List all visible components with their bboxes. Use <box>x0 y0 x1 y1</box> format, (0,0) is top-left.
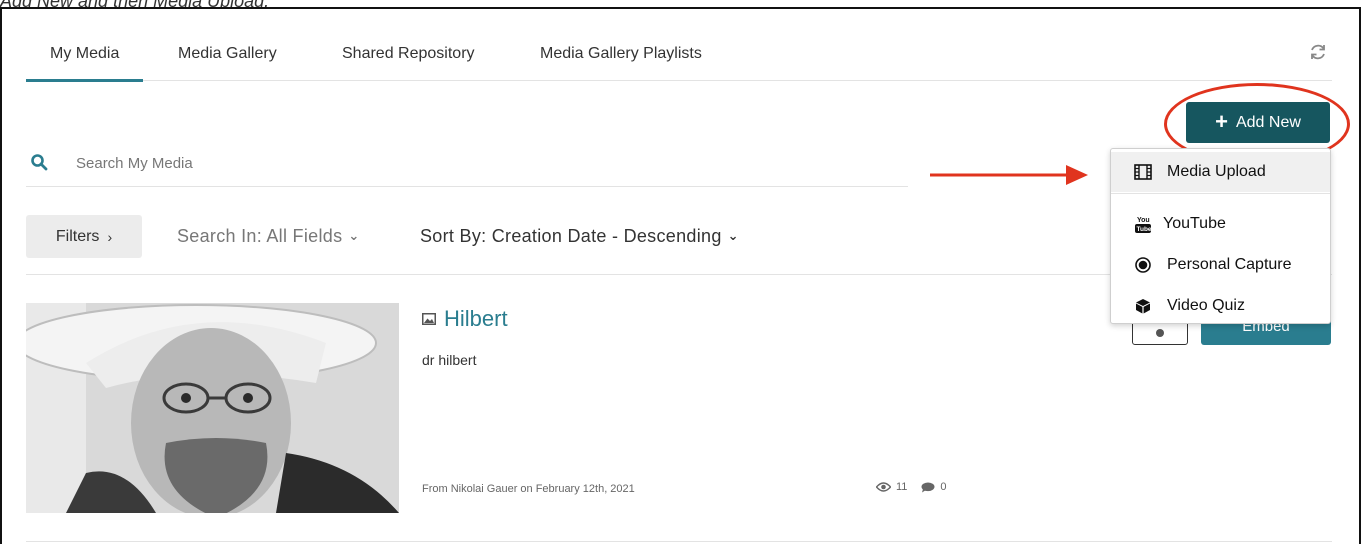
tab-media-gallery-playlists[interactable]: Media Gallery Playlists <box>540 45 702 63</box>
svg-text:Tube: Tube <box>1137 226 1152 233</box>
gear-icon <box>1156 329 1164 337</box>
entry-title: Hilbert <box>444 306 508 331</box>
menu-item-label: Video Quiz <box>1167 297 1245 314</box>
chevron-down-icon: ⌄ <box>348 228 360 243</box>
comments-count: 0 <box>940 481 947 493</box>
menu-item-label: YouTube <box>1163 215 1226 232</box>
entry-thumbnail[interactable] <box>26 303 399 513</box>
menu-item-youtube[interactable]: You Tube YouTube <box>1111 204 1330 244</box>
refresh-icon[interactable] <box>1308 42 1328 62</box>
menu-divider <box>1111 193 1330 194</box>
filters-label: Filters <box>55 227 100 245</box>
entry-divider <box>26 541 1332 542</box>
search-in-dropdown[interactable]: Search In: All Fields ⌄ <box>177 226 360 247</box>
youtube-icon: You Tube <box>1133 214 1153 234</box>
media-page: My Media Media Gallery Shared Repository… <box>0 7 1361 544</box>
chevron-down-icon: ⌄ <box>727 228 739 243</box>
eye-icon <box>876 482 891 492</box>
search-bar <box>26 147 908 187</box>
add-new-label: Add New <box>1235 113 1301 131</box>
tab-my-media[interactable]: My Media <box>25 45 144 82</box>
search-icon <box>31 154 48 171</box>
comment-icon <box>921 482 935 492</box>
record-icon <box>1133 255 1153 275</box>
add-new-button[interactable]: + Add New <box>1186 102 1330 143</box>
tab-bar: My Media Media Gallery Shared Repository… <box>25 9 1332 82</box>
tab-media-gallery[interactable]: Media Gallery <box>178 45 277 63</box>
filters-button[interactable]: Filters › <box>26 215 142 258</box>
search-input[interactable] <box>76 150 676 176</box>
chevron-right-icon: › <box>107 228 113 245</box>
image-icon <box>422 313 436 325</box>
entry-meta: From Nikolai Gauer on February 12th, 202… <box>422 483 635 495</box>
film-icon <box>1133 162 1153 182</box>
menu-item-video-quiz[interactable]: Video Quiz <box>1111 286 1330 326</box>
plus-icon: + <box>1215 108 1228 134</box>
svg-text:You: You <box>1137 217 1150 224</box>
annotation-arrow <box>930 165 1088 185</box>
menu-item-label: Personal Capture <box>1167 256 1292 273</box>
search-in-label: Search In: All Fields <box>177 226 343 246</box>
sort-by-label: Sort By: Creation Date - Descending <box>420 226 722 246</box>
menu-item-media-upload[interactable]: Media Upload <box>1111 152 1330 192</box>
entry-description: dr hilbert <box>422 352 477 368</box>
entry-stats: 11 0 <box>876 481 957 493</box>
views-count: 11 <box>896 481 908 493</box>
entry-title-link[interactable]: Hilbert <box>422 306 508 332</box>
menu-item-personal-capture[interactable]: Personal Capture <box>1111 245 1330 285</box>
cube-icon <box>1133 296 1153 316</box>
portrait-image <box>26 303 399 513</box>
sort-by-dropdown[interactable]: Sort By: Creation Date - Descending ⌄ <box>420 226 739 247</box>
add-new-menu: Media Upload You Tube YouTube Personal C… <box>1110 148 1331 324</box>
menu-item-label: Media Upload <box>1167 163 1266 180</box>
tab-shared-repository[interactable]: Shared Repository <box>342 45 475 63</box>
